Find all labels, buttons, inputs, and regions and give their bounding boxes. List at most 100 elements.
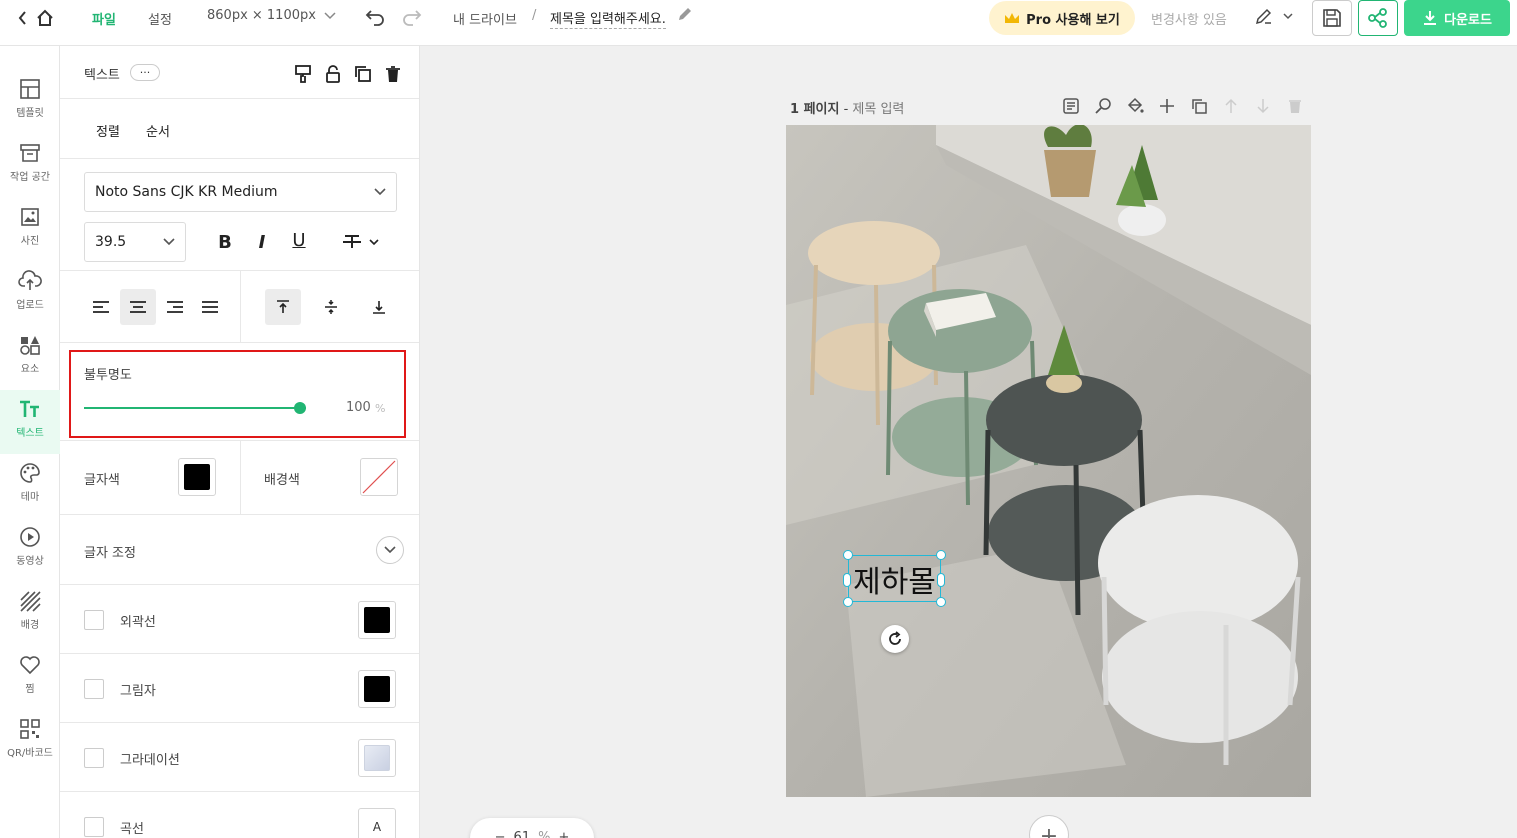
nav-item-background[interactable]: 배경 bbox=[0, 582, 60, 646]
gradient-label: 그라데이션 bbox=[120, 753, 180, 768]
resize-handle-right[interactable] bbox=[937, 573, 945, 587]
opacity-value[interactable]: 100 bbox=[346, 400, 371, 415]
strikethrough-dropdown[interactable] bbox=[340, 230, 384, 254]
nav-item-upload[interactable]: 업로드 bbox=[0, 262, 60, 326]
copy-icon bbox=[1192, 99, 1207, 114]
nav-item-theme[interactable]: 테마 bbox=[0, 454, 60, 518]
plus-icon bbox=[1160, 99, 1174, 113]
breadcrumb-drive[interactable]: 내 드라이브 bbox=[453, 9, 517, 28]
font-size-select[interactable]: 39.5 bbox=[84, 222, 186, 262]
zoom-unit: % bbox=[538, 830, 551, 838]
more-options-button[interactable]: ··· bbox=[130, 64, 160, 81]
valign-middle-icon bbox=[325, 300, 337, 314]
shadow-color-swatch[interactable] bbox=[358, 670, 396, 708]
resize-handle-top-right[interactable] bbox=[936, 550, 946, 560]
nav-item-favorites[interactable]: 찜 bbox=[0, 646, 60, 710]
font-family-select[interactable]: Noto Sans CJK KR Medium bbox=[84, 172, 397, 212]
canvas-size-dropdown[interactable]: 860px × 1100px bbox=[207, 8, 336, 23]
italic-button[interactable]: I bbox=[244, 224, 280, 260]
align-left-button[interactable] bbox=[83, 289, 119, 325]
zoom-out-icon[interactable]: − bbox=[495, 830, 506, 838]
selected-text-content[interactable]: 제하몰 bbox=[853, 557, 936, 601]
document-title[interactable]: 제목을 입력해주세요. bbox=[550, 8, 666, 29]
page-fill-button[interactable] bbox=[1126, 96, 1144, 116]
tab-order[interactable]: 순서 bbox=[146, 121, 170, 140]
outline-color-swatch[interactable] bbox=[358, 601, 396, 639]
product-photo-side-tables bbox=[786, 125, 1311, 797]
text-adjust-expand-button[interactable] bbox=[376, 536, 404, 564]
unsaved-status: 변경사항 있음 bbox=[1151, 13, 1227, 28]
home-button[interactable] bbox=[16, 6, 56, 30]
breadcrumb-separator: / bbox=[532, 8, 537, 23]
page-delete-button[interactable] bbox=[1286, 96, 1304, 116]
divider bbox=[60, 158, 419, 159]
curve-setting-button[interactable]: A bbox=[358, 808, 396, 838]
selected-text-box[interactable]: 제하몰 bbox=[848, 555, 941, 602]
zoom-value[interactable]: 61 bbox=[514, 830, 531, 838]
panel-title: 텍스트 bbox=[84, 68, 120, 83]
resize-handle-bottom-right[interactable] bbox=[936, 597, 946, 607]
shadow-checkbox[interactable] bbox=[84, 679, 104, 699]
pro-trial-button[interactable]: Pro 사용해 보기 bbox=[989, 1, 1135, 35]
nav-item-text[interactable]: 텍스트 bbox=[0, 390, 60, 454]
lock-button[interactable] bbox=[323, 64, 343, 84]
nav-item-qr[interactable]: QR/바코드 bbox=[0, 710, 60, 774]
align-justify-button[interactable] bbox=[192, 289, 228, 325]
nav-item-workspace[interactable]: 작업 공간 bbox=[0, 134, 60, 198]
valign-top-button[interactable] bbox=[265, 289, 301, 325]
divider bbox=[240, 440, 241, 514]
save-button[interactable] bbox=[1312, 0, 1352, 36]
share-button[interactable] bbox=[1358, 0, 1398, 36]
rotate-handle[interactable] bbox=[881, 625, 909, 653]
add-page-button[interactable]: + bbox=[1029, 815, 1069, 838]
nav-item-video[interactable]: 동영상 bbox=[0, 518, 60, 582]
canvas-size-label: 860px × 1100px bbox=[207, 8, 316, 23]
menu-settings[interactable]: 설정 bbox=[148, 9, 172, 28]
download-button[interactable]: 다운로드 bbox=[1404, 0, 1510, 36]
zoom-control[interactable]: − 61 % + bbox=[470, 818, 594, 838]
text-color-label: 글자색 bbox=[84, 473, 120, 488]
page-move-down-button[interactable] bbox=[1254, 96, 1272, 116]
edit-mode-dropdown[interactable] bbox=[1255, 7, 1293, 25]
redo-icon bbox=[403, 10, 422, 26]
page-move-up-button[interactable] bbox=[1222, 96, 1240, 116]
curve-checkbox[interactable] bbox=[84, 817, 104, 837]
redo-button[interactable] bbox=[401, 6, 423, 28]
page-duplicate-button[interactable] bbox=[1190, 96, 1208, 116]
nav-item-elements[interactable]: 요소 bbox=[0, 326, 60, 390]
underline-button[interactable]: U bbox=[281, 222, 317, 258]
resize-handle-left[interactable] bbox=[843, 573, 851, 587]
page-note-button[interactable] bbox=[1062, 96, 1080, 116]
undo-button[interactable] bbox=[364, 6, 386, 28]
text-color-swatch[interactable] bbox=[178, 458, 216, 496]
menu-file[interactable]: 파일 bbox=[92, 9, 116, 28]
page-magic-button[interactable] bbox=[1094, 96, 1112, 116]
duplicate-button[interactable] bbox=[353, 64, 373, 84]
nav-item-photo[interactable]: 사진 bbox=[0, 198, 60, 262]
align-left-icon bbox=[93, 301, 109, 313]
bold-button[interactable]: B bbox=[207, 224, 243, 260]
gradient-color-swatch[interactable] bbox=[358, 739, 396, 777]
nav-item-template[interactable]: 템플릿 bbox=[0, 70, 60, 134]
edit-title-button[interactable] bbox=[676, 5, 694, 23]
outline-checkbox[interactable] bbox=[84, 610, 104, 630]
valign-middle-button[interactable] bbox=[313, 289, 349, 325]
outline-label: 외곽선 bbox=[120, 615, 156, 630]
format-painter-button[interactable] bbox=[293, 64, 313, 84]
resize-handle-top-left[interactable] bbox=[843, 550, 853, 560]
page-add-button[interactable] bbox=[1158, 96, 1176, 116]
align-right-button[interactable] bbox=[157, 289, 193, 325]
bg-color-swatch[interactable] bbox=[360, 458, 398, 496]
delete-button[interactable] bbox=[383, 64, 403, 84]
opacity-slider-thumb[interactable] bbox=[294, 402, 306, 414]
tab-align[interactable]: 정렬 bbox=[96, 121, 120, 140]
valign-bottom-button[interactable] bbox=[361, 289, 397, 325]
resize-handle-bottom-left[interactable] bbox=[843, 597, 853, 607]
trash-icon bbox=[386, 66, 400, 82]
page-title[interactable]: 제목 입력 bbox=[852, 102, 904, 117]
design-artboard[interactable] bbox=[786, 125, 1311, 797]
gradient-checkbox[interactable] bbox=[84, 748, 104, 768]
nav-label: QR/바코드 bbox=[7, 748, 53, 759]
zoom-in-icon[interactable]: + bbox=[558, 830, 569, 838]
align-center-button[interactable] bbox=[120, 289, 156, 325]
